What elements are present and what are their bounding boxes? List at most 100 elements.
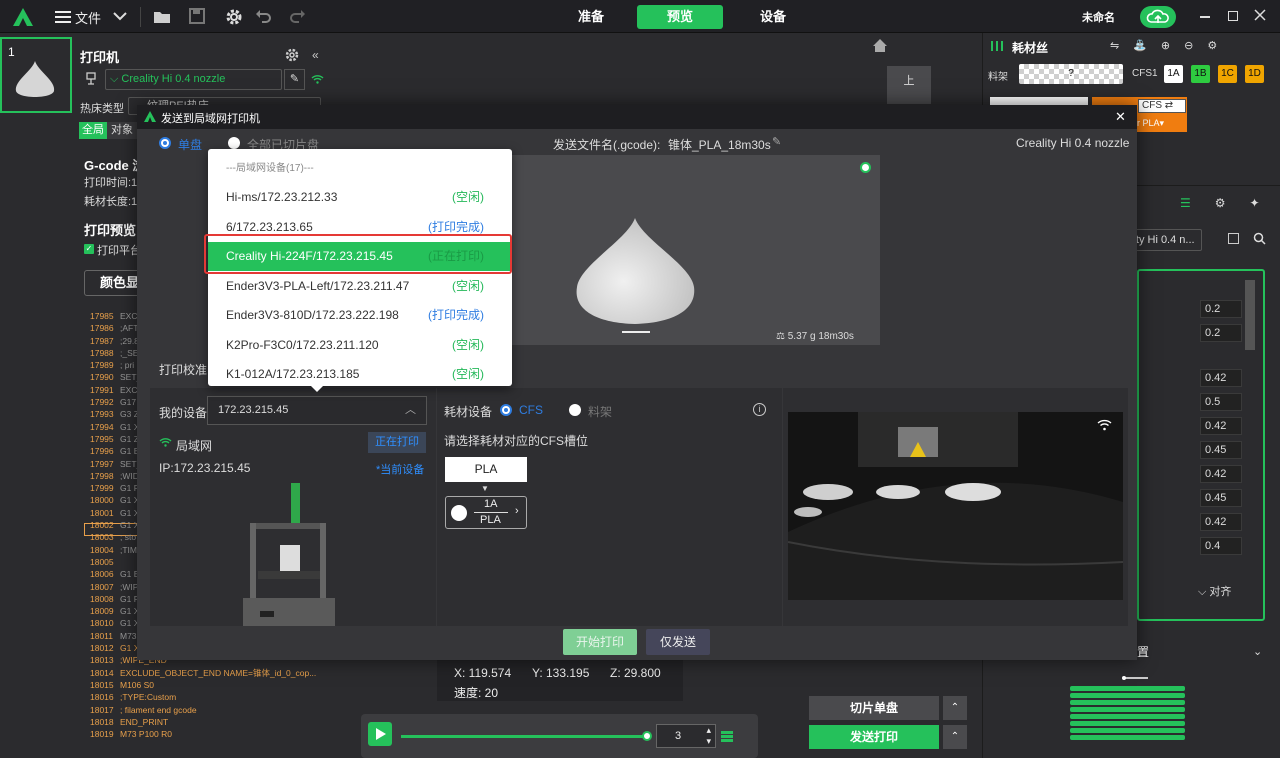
close-icon[interactable] <box>1254 9 1266 21</box>
slice-plate-button[interactable]: 切片单盘 <box>809 696 939 720</box>
search-icon[interactable] <box>1253 232 1266 245</box>
play-button[interactable] <box>368 722 392 746</box>
dropdown-header: ---局域网设备(17)--- <box>226 163 314 174</box>
gcode-line-text: M73 <box>120 630 137 641</box>
cfs-slot-select[interactable]: 1A PLA › <box>445 496 527 529</box>
preset-select[interactable]: lity Hi 0.4 n... <box>1126 229 1202 251</box>
start-print-button[interactable]: 开始打印 <box>563 629 637 655</box>
rack-slot-empty[interactable]: ? <box>1019 64 1123 84</box>
gcode-line[interactable]: 18016 ;TYPE:Custom <box>90 691 316 703</box>
dropdown-item[interactable]: K1-012A/172.23.213.185 (空闲) <box>208 360 512 389</box>
folder-open-icon[interactable] <box>153 8 171 26</box>
layers-icon <box>720 729 734 743</box>
gear-icon[interactable]: ⚙ <box>1207 39 1217 52</box>
radio-all-plates[interactable] <box>228 137 240 149</box>
layer-stepper[interactable]: 3 ▴ ▾ <box>656 724 716 748</box>
send-print-button[interactable]: 发送打印 <box>809 725 939 749</box>
cloud-upload-icon <box>1146 9 1169 23</box>
maximize-icon[interactable] <box>1228 11 1238 21</box>
list-icon[interactable]: ☰ <box>1180 196 1191 210</box>
network-label: 局域网 <box>176 439 213 453</box>
setting-value-input[interactable]: 0.4 <box>1200 537 1242 555</box>
chevron-down-icon[interactable] <box>112 8 130 26</box>
sync-icon[interactable]: ⇋ <box>1110 39 1119 52</box>
gcode-line-number: 18011 <box>90 630 114 641</box>
chevron-down-icon[interactable]: ⌄ <box>1253 645 1262 658</box>
remove-icon[interactable]: ⊖ <box>1184 39 1193 52</box>
progress-slider[interactable] <box>401 735 646 738</box>
device-select[interactable]: 172.23.215.45 ︿ <box>207 396 427 425</box>
plate-thumbnail[interactable]: 1 <box>0 37 72 113</box>
gcode-line-number: 18019 <box>90 729 114 740</box>
align-select[interactable]: ⌵ 对齐 <box>1198 583 1242 601</box>
gcode-line[interactable]: 18018 END_PRINT <box>90 716 316 728</box>
cfs-slot-1d[interactable]: 1D <box>1245 65 1264 83</box>
collapse-icon[interactable]: « <box>312 48 319 62</box>
gcode-line-number: 18005 <box>90 556 114 567</box>
dropdown-item[interactable]: Ender3V3-PLA-Left/172.23.211.47 (空闲) <box>208 272 512 301</box>
setting-value-input[interactable]: 0.2 <box>1200 324 1242 342</box>
gcode-line-text: ; sto <box>120 532 137 543</box>
cfs-slot-1a[interactable]: 1A <box>1164 65 1183 83</box>
edit-filename-icon[interactable]: ✎ <box>772 135 781 148</box>
radio-cfs[interactable] <box>500 404 512 416</box>
setting-value-input[interactable]: 0.42 <box>1200 513 1242 531</box>
color-scheme-button[interactable]: 颜色显 <box>84 270 144 296</box>
save-preset-icon[interactable] <box>1228 233 1239 244</box>
camera-feed <box>788 412 1123 600</box>
spray-icon[interactable]: ⛲ <box>1133 39 1147 52</box>
add-icon[interactable]: ⊕ <box>1161 39 1170 52</box>
slider-handle[interactable] <box>642 731 652 741</box>
view-cube[interactable]: 上 <box>887 66 931 104</box>
info-icon[interactable]: i <box>753 403 766 416</box>
cfs-slot-1b[interactable]: 1B <box>1191 65 1210 83</box>
setting-value-input[interactable]: 0.5 <box>1200 393 1242 411</box>
home-icon[interactable] <box>872 38 888 53</box>
tab-global[interactable]: 全局 <box>79 122 107 139</box>
gcode-line-number: 17985 <box>90 311 114 321</box>
setting-value-input[interactable]: 0.2 <box>1200 300 1242 318</box>
edit-printer-button[interactable]: ✎ <box>284 69 305 90</box>
wifi-icon <box>159 437 172 447</box>
dialog-title-bar: 发送到局域网打印机 ✕ <box>137 105 1137 129</box>
setting-value-input[interactable]: 0.42 <box>1200 417 1242 435</box>
tab-object[interactable]: 对象 <box>107 122 137 139</box>
setting-value-input[interactable]: 0.45 <box>1200 441 1242 459</box>
advanced-icon[interactable]: ✦ <box>1250 196 1260 210</box>
printer-settings-icon[interactable] <box>285 48 299 62</box>
tab-preview[interactable]: 预览 <box>637 5 723 29</box>
tab-prepare[interactable]: 准备 <box>560 5 622 29</box>
gcode-line-text: G17 <box>120 397 137 408</box>
setting-value-input[interactable]: 0.45 <box>1200 489 1242 507</box>
gcode-line[interactable]: 18015 M106 S0 <box>90 679 316 691</box>
cfs-button[interactable]: CFS ⇄ <box>1138 99 1186 113</box>
settings-scrollbar[interactable] <box>1245 280 1255 350</box>
support-icon[interactable]: ⚙ <box>1215 196 1226 210</box>
gcode-line[interactable]: 18014 EXCLUDE_OBJECT_END NAME=锥体_id_0_cop… <box>90 667 316 679</box>
gcode-line-number: 18012 <box>90 643 114 654</box>
gcode-line[interactable]: 18017 ; filament end gcode <box>90 704 316 716</box>
close-icon[interactable]: ✕ <box>1115 109 1126 125</box>
send-only-button[interactable]: 仅发送 <box>646 629 710 655</box>
slice-options-button[interactable]: ⌃ <box>943 696 967 720</box>
plate-checkbox[interactable]: ✓ <box>84 244 94 254</box>
setting-value-input[interactable]: 0.42 <box>1200 465 1242 483</box>
save-icon[interactable] <box>189 8 207 26</box>
tab-device[interactable]: 设备 <box>742 5 804 29</box>
cloud-upload-button[interactable] <box>1140 6 1176 28</box>
setting-value-input[interactable]: 0.42 <box>1200 369 1242 387</box>
dropdown-item[interactable]: K2Pro-F3C0/172.23.211.120 (空闲) <box>208 331 512 360</box>
minimize-icon[interactable] <box>1200 16 1210 18</box>
radio-single-plate[interactable] <box>159 137 171 149</box>
printer-select[interactable]: ⌵ Creality Hi 0.4 nozzle <box>105 69 282 90</box>
redo-icon[interactable] <box>289 8 307 26</box>
undo-icon[interactable] <box>254 8 272 26</box>
gear-icon[interactable] <box>225 8 243 26</box>
radio-rack[interactable] <box>569 404 581 416</box>
menu-button[interactable]: 文件 <box>55 8 101 26</box>
dropdown-item[interactable]: Ender3V3-810D/172.23.222.198 (打印完成) <box>208 301 512 330</box>
gcode-line[interactable]: 18019 M73 P100 R0 <box>90 728 316 740</box>
cfs-slot-1c[interactable]: 1C <box>1218 65 1237 83</box>
send-options-button[interactable]: ⌃ <box>943 725 967 749</box>
dropdown-item[interactable]: Hi-ms/172.23.212.33 (空闲) <box>208 183 512 212</box>
